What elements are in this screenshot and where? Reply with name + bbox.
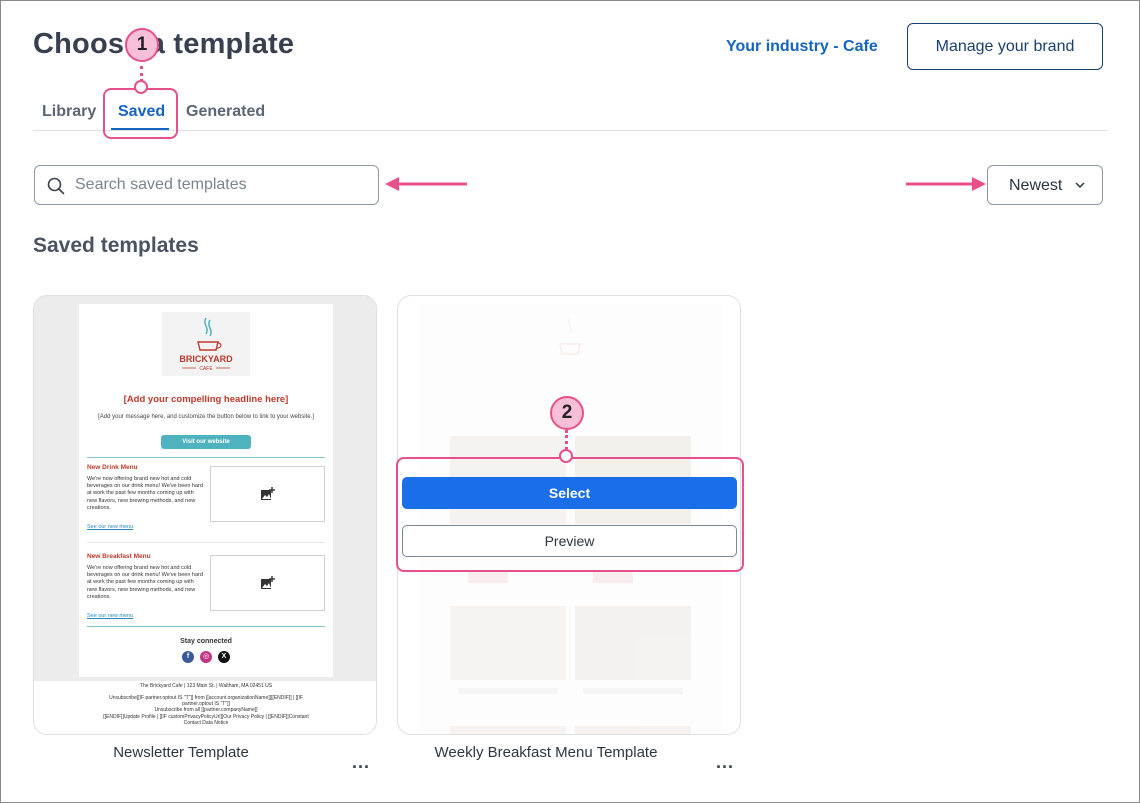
divider — [87, 542, 325, 543]
add-image-icon — [261, 487, 275, 500]
preview-section-title: New Drink Menu — [87, 464, 138, 471]
preview-section-title: New Breakfast Menu — [87, 553, 151, 560]
divider — [87, 626, 325, 627]
brand-logo: BRICKYARD CAFE — [162, 312, 250, 376]
preview-section-link: See our new menu — [87, 613, 134, 619]
facebook-icon: f — [182, 651, 194, 663]
arrow-right-icon — [906, 177, 986, 191]
add-image-icon — [261, 576, 275, 589]
sort-label: Newest — [1009, 177, 1063, 194]
callout-highlight-saved-tab — [103, 88, 178, 139]
template-card-newsletter[interactable]: BRICKYARD CAFE [Add your compelling head… — [33, 295, 377, 735]
tab-library[interactable]: Library — [42, 103, 96, 121]
page-title: Choose a template — [33, 28, 295, 60]
arrow-left-icon — [385, 177, 467, 191]
sort-dropdown[interactable]: Newest — [987, 165, 1103, 205]
preview-section-body: We're now offering brand new hot and col… — [87, 476, 203, 511]
instagram-icon: ◎ — [200, 651, 212, 663]
callout-highlight-card-actions — [396, 457, 744, 572]
preview-section-body: We're now offering brand new hot and col… — [87, 565, 203, 600]
brand-name: BRICKYARD — [179, 354, 233, 364]
preview-stay-connected: Stay connected — [180, 638, 232, 645]
callout-number-2: 2 — [550, 396, 584, 430]
preview-visit-button: Visit our website — [161, 435, 251, 449]
more-options-button[interactable]: ... — [352, 752, 370, 773]
search-icon — [47, 177, 65, 195]
manage-brand-button[interactable]: Manage your brand — [907, 23, 1103, 70]
email-preview: BRICKYARD CAFE [Add your compelling head… — [79, 304, 333, 677]
more-options-button[interactable]: ... — [716, 752, 734, 773]
search-box[interactable] — [34, 165, 379, 205]
section-title: Saved templates — [33, 234, 199, 257]
callout-connector — [565, 430, 568, 450]
brand-sub: CAFE — [199, 366, 213, 372]
template-name: Newsletter Template — [113, 744, 249, 761]
callout-number-1: 1 — [125, 28, 159, 62]
image-placeholder — [210, 555, 325, 611]
search-input[interactable] — [75, 167, 371, 203]
preview-footer: Unsubscribe[[IF partner.optout IS "T"]] … — [79, 695, 333, 726]
industry-link[interactable]: Your industry - Cafe — [726, 38, 878, 56]
coffee-cup-icon: BRICKYARD CAFE — [179, 317, 233, 372]
callout-anchor-dot — [559, 449, 573, 463]
image-placeholder — [210, 466, 325, 522]
callout-anchor-dot — [134, 80, 148, 94]
preview-footer-address: The Brickyard Cafe | 123 Main St. | Walt… — [139, 683, 273, 689]
preview-headline: [Add your compelling headline here] — [123, 394, 289, 405]
template-name: Weekly Breakfast Menu Template — [434, 744, 658, 761]
tab-generated[interactable]: Generated — [186, 103, 265, 121]
preview-section-link: See our new menu — [87, 524, 134, 530]
footer-line: Contact Data Notice — [183, 719, 229, 726]
x-icon: X — [218, 651, 230, 663]
tab-bar: Library Saved Generated — [33, 100, 1107, 131]
footer-line: [[ENDIF]]Update Profile | [[IF customPri… — [103, 713, 309, 720]
divider — [87, 457, 325, 458]
chevron-down-icon — [1075, 182, 1085, 189]
preview-message: [Add your message here, and customize th… — [98, 414, 314, 420]
